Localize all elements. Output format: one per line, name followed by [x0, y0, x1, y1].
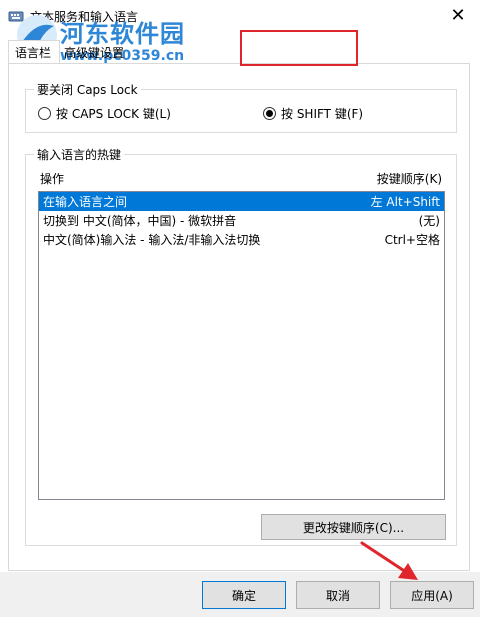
- radio-caps-lock-key[interactable]: 按 CAPS LOCK 键(L): [38, 105, 171, 122]
- column-header-action: 操作: [40, 172, 65, 186]
- radio-checked-icon: [263, 107, 276, 120]
- caps-lock-group: 要关闭 Caps Lock 按 CAPS LOCK 键(L) 按 SHIFT 键…: [25, 81, 457, 133]
- dialog-footer: 确定 取消 应用(A): [0, 572, 480, 617]
- row-action: 在输入语言之间: [43, 195, 128, 209]
- close-button[interactable]: ✕: [436, 0, 480, 30]
- tab-strip: 语言栏 高级键设置: [8, 40, 472, 64]
- hotkey-group-label: 输入语言的热键: [34, 146, 125, 163]
- radio-shift-label: 按 SHIFT 键(F): [281, 107, 364, 121]
- title-bar: 文本服务和输入语言 ✕: [0, 0, 480, 32]
- column-header-key-sequence: 按键顺序(K): [376, 172, 442, 186]
- table-row[interactable]: 在输入语言之间 左 Alt+Shift: [39, 192, 444, 211]
- row-sequence: 左 Alt+Shift: [370, 195, 440, 209]
- close-icon: ✕: [450, 4, 466, 26]
- row-sequence: (无): [418, 214, 440, 228]
- hotkey-list[interactable]: 在输入语言之间 左 Alt+Shift 切换到 中文(简体，中国) - 微软拼音…: [38, 191, 445, 500]
- apply-button[interactable]: 应用(A): [390, 581, 474, 609]
- table-row[interactable]: 切换到 中文(简体，中国) - 微软拼音 (无): [39, 211, 444, 230]
- tab-content-panel: 要关闭 Caps Lock 按 CAPS LOCK 键(L) 按 SHIFT 键…: [8, 63, 470, 571]
- row-sequence: Ctrl+空格: [384, 233, 440, 247]
- hotkey-group: 输入语言的热键 操作 按键顺序(K) 在输入语言之间 左 Alt+Shift 切…: [25, 146, 457, 546]
- radio-caps-lock-label: 按 CAPS LOCK 键(L): [56, 107, 171, 121]
- window-title: 文本服务和输入语言: [30, 10, 139, 24]
- cancel-button[interactable]: 取消: [296, 581, 380, 609]
- caps-lock-group-label: 要关闭 Caps Lock: [34, 81, 141, 98]
- row-action: 中文(简体)输入法 - 输入法/非输入法切换: [43, 233, 261, 247]
- table-row[interactable]: 中文(简体)输入法 - 输入法/非输入法切换 Ctrl+空格: [39, 230, 444, 249]
- ok-button[interactable]: 确定: [202, 581, 286, 609]
- row-action: 切换到 中文(简体，中国) - 微软拼音: [43, 214, 237, 228]
- radio-unchecked-icon: [38, 107, 51, 120]
- change-key-sequence-button[interactable]: 更改按键顺序(C)...: [261, 514, 446, 540]
- radio-shift-key[interactable]: 按 SHIFT 键(F): [263, 105, 363, 122]
- keyboard-icon: [8, 8, 24, 24]
- tab-advanced-key-settings[interactable]: 高级键设置: [58, 40, 130, 64]
- tab-language-bar[interactable]: 语言栏: [8, 40, 60, 64]
